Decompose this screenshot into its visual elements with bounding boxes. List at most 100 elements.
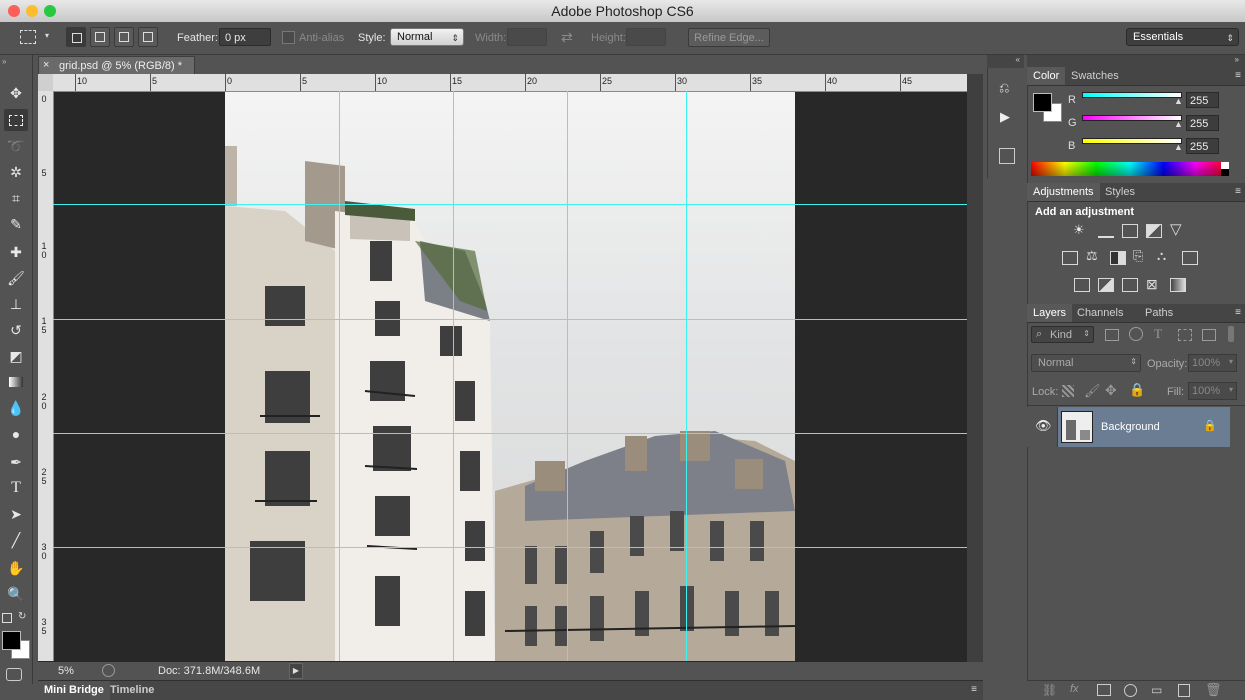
close-tab-icon[interactable]: ×	[43, 59, 49, 71]
guide-vertical[interactable]	[567, 91, 568, 661]
history-brush-icon[interactable]: ↺	[4, 319, 28, 341]
properties-panel-icon[interactable]	[999, 148, 1015, 164]
blur-tool-icon[interactable]: 💧	[4, 397, 28, 419]
channel-mixer-icon[interactable]: ⛬	[1157, 248, 1166, 264]
vibrance-icon[interactable]: ▽	[1170, 220, 1182, 238]
selective-color-icon[interactable]: ⊠	[1146, 276, 1158, 293]
link-layers-icon[interactable]: ⛓	[1042, 683, 1057, 697]
crop-tool-icon[interactable]: ⌗	[4, 187, 28, 209]
opacity-input[interactable]: 100% ▾	[1188, 354, 1237, 372]
hue-saturation-icon[interactable]	[1062, 251, 1078, 265]
layer-row-background[interactable]: Background 🔒	[1058, 407, 1230, 447]
guide-horizontal[interactable]	[53, 547, 967, 548]
black-white-icon[interactable]	[1110, 251, 1126, 265]
new-group-icon[interactable]: ▭	[1151, 683, 1162, 697]
spectrum-white[interactable]	[1221, 162, 1229, 169]
channel-b-input[interactable]: 255	[1186, 138, 1219, 154]
filter-adjustment-icon[interactable]	[1129, 327, 1143, 341]
slider-thumb-icon[interactable]: ▲	[1174, 142, 1183, 152]
workspace-dropdown[interactable]: Essentials ⇕	[1126, 28, 1239, 46]
eyedropper-icon[interactable]: ✎	[4, 213, 28, 235]
curves-icon[interactable]	[1122, 224, 1138, 238]
color-lookup-icon[interactable]	[1182, 251, 1198, 265]
swap-colors-icon[interactable]: ↻	[18, 611, 26, 622]
tab-layers[interactable]: Layers	[1027, 304, 1073, 322]
adjustment-layer-icon[interactable]	[1124, 684, 1137, 697]
tab-color[interactable]: Color	[1027, 67, 1066, 85]
guide-vertical[interactable]	[686, 91, 687, 661]
line-tool-icon[interactable]: ╱	[4, 529, 28, 551]
filter-pixel-icon[interactable]	[1105, 329, 1119, 341]
channel-g-slider[interactable]	[1082, 115, 1182, 121]
posterize-icon[interactable]	[1098, 278, 1114, 292]
tab-channels[interactable]: Channels	[1071, 304, 1129, 322]
ruler-origin[interactable]	[38, 74, 53, 91]
collapse-arrows-icon[interactable]: »	[1235, 55, 1239, 64]
new-layer-icon[interactable]	[1178, 684, 1190, 697]
exposure-icon[interactable]	[1146, 224, 1162, 238]
guide-horizontal[interactable]	[53, 319, 967, 320]
collapse-arrows-icon[interactable]: «	[1016, 55, 1020, 64]
clone-stamp-icon[interactable]: ⊥	[4, 293, 28, 315]
filter-smart-object-icon[interactable]	[1202, 329, 1216, 341]
subtract-selection-button[interactable]	[114, 27, 134, 47]
style-dropdown[interactable]: Normal ⇕	[390, 28, 464, 46]
guide-horizontal[interactable]	[53, 204, 967, 205]
vertical-ruler[interactable]: 0 5 1 0 1 5 2 0 2 5 3 0 3 5	[38, 91, 54, 661]
height-input[interactable]	[626, 28, 666, 46]
tab-paths[interactable]: Paths	[1139, 304, 1179, 322]
swap-icon[interactable]: ⇄	[561, 29, 573, 46]
slider-thumb-icon[interactable]: ▲	[1174, 119, 1183, 129]
default-colors-icon[interactable]	[2, 613, 12, 623]
filter-shape-icon[interactable]	[1178, 329, 1192, 341]
feather-input[interactable]: 0 px	[219, 28, 271, 46]
gradient-map-icon[interactable]	[1170, 278, 1186, 292]
threshold-icon[interactable]	[1122, 278, 1138, 292]
brightness-contrast-icon[interactable]: ☀	[1073, 222, 1085, 238]
spectrum-black[interactable]	[1221, 169, 1229, 176]
document-image[interactable]	[225, 91, 795, 661]
fx-icon[interactable]: fx	[1070, 683, 1079, 695]
color-spectrum-bar[interactable]	[1031, 162, 1229, 176]
filter-type-icon[interactable]: T	[1154, 326, 1162, 342]
marquee-preset-icon[interactable]	[20, 30, 36, 44]
magic-wand-icon[interactable]: ✲	[4, 161, 28, 183]
pen-tool-icon[interactable]: ✒	[4, 451, 28, 473]
fill-input[interactable]: 100% ▾	[1188, 382, 1237, 400]
intersect-selection-button[interactable]	[138, 27, 158, 47]
filter-toggle[interactable]	[1228, 326, 1234, 342]
tab-adjustments[interactable]: Adjustments	[1027, 183, 1100, 201]
layer-filter-dropdown[interactable]: ⌕ Kind ⇕	[1031, 326, 1094, 343]
lock-pixels-icon[interactable]: 🖌	[1084, 383, 1101, 399]
lock-all-icon[interactable]: 🔒	[1129, 382, 1145, 398]
rectangular-marquee-icon[interactable]	[4, 109, 28, 131]
panel-menu-icon[interactable]: ≡	[1235, 186, 1241, 197]
zoom-level[interactable]: 5%	[58, 665, 74, 677]
new-selection-button[interactable]	[66, 27, 86, 47]
layer-name[interactable]: Background	[1101, 421, 1160, 433]
path-selection-icon[interactable]: ➤	[4, 503, 28, 525]
panel-menu-icon[interactable]: ≡	[1235, 307, 1241, 318]
document-tab[interactable]: × grid.psd @ 5% (RGB/8) *	[38, 56, 195, 75]
zoom-tool-icon[interactable]: 🔍	[4, 583, 28, 605]
history-panel-icon[interactable]: ⎌	[999, 80, 1009, 96]
channel-b-slider[interactable]	[1082, 138, 1182, 144]
lasso-tool-icon[interactable]: ➰	[4, 135, 28, 157]
guide-horizontal[interactable]	[53, 433, 967, 434]
color-balance-icon[interactable]: ⚖	[1086, 248, 1098, 264]
add-mask-icon[interactable]	[1097, 684, 1111, 696]
channel-g-input[interactable]: 255	[1186, 115, 1219, 131]
panel-menu-icon[interactable]: ≡	[1235, 70, 1241, 81]
healing-brush-icon[interactable]: ✚	[4, 241, 28, 263]
lock-transparency-icon[interactable]	[1062, 385, 1074, 397]
add-selection-button[interactable]	[90, 27, 110, 47]
eraser-icon[interactable]: ◩	[4, 345, 28, 367]
brush-tool-icon[interactable]: 🖌	[4, 267, 28, 289]
guide-vertical[interactable]	[339, 91, 340, 661]
channel-r-slider[interactable]	[1082, 92, 1182, 98]
vertical-scrollbar[interactable]	[967, 74, 983, 662]
status-menu-icon[interactable]	[102, 664, 115, 677]
invert-icon[interactable]	[1074, 278, 1090, 292]
slider-thumb-icon[interactable]: ▲	[1174, 96, 1183, 106]
quick-mask-icon[interactable]	[6, 668, 22, 681]
